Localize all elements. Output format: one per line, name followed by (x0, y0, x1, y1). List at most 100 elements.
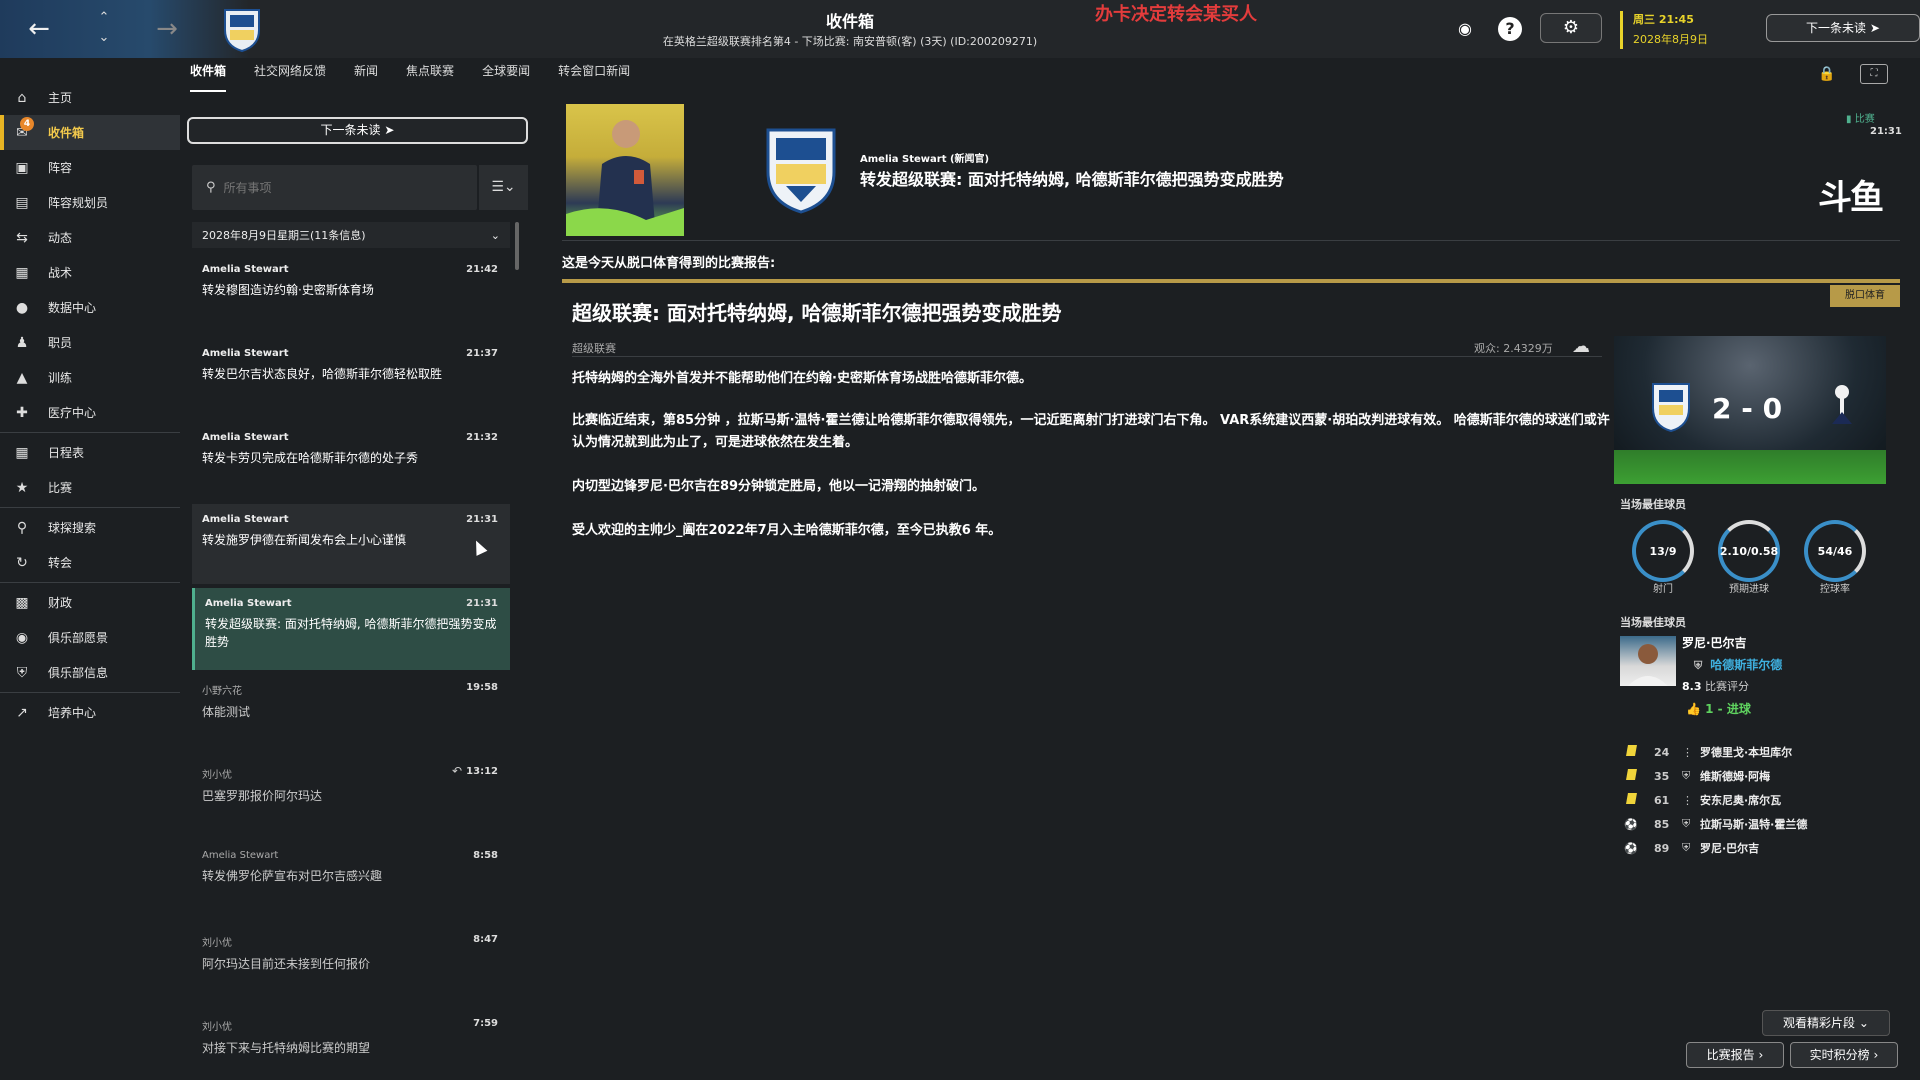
sidebar-item-training[interactable]: ▲ 训练 (0, 360, 180, 395)
chevron-down-icon[interactable]: ⌄ (92, 28, 116, 48)
motm-rating-value: 8.3 (1682, 680, 1702, 693)
fullscreen-icon[interactable]: ⛶ (1860, 64, 1888, 84)
match-event-row[interactable]: 35 ⛨ 维斯德姆·阿梅 (1624, 766, 1894, 786)
message-subject: 对接下来与托特纳姆比赛的期望 (202, 1041, 371, 1055)
content-divider (562, 240, 1900, 241)
match-report-label: 比赛报告 (1706, 1048, 1755, 1062)
back-arrow-icon[interactable]: ← (22, 12, 56, 46)
motm-player-photo[interactable] (1620, 636, 1676, 686)
tab-transfer-window-news[interactable]: 转会窗口新闻 (558, 62, 630, 92)
event-player: 安东尼奥·席尔瓦 (1700, 794, 1782, 807)
sidebar-item-home[interactable]: ⌂ 主页 (0, 80, 180, 115)
inbox-message-selected[interactable]: Amelia Stewart 21:31 转发超级联赛: 面对托特纳姆, 哈德斯… (192, 588, 510, 670)
data-circle-icon: ● (15, 299, 29, 316)
globe-icon[interactable]: ◉ (1450, 14, 1480, 44)
match-event-row[interactable]: 61 ⋮ 安东尼奥·席尔瓦 (1624, 790, 1894, 810)
sidebar-item-schedule[interactable]: ▦ 日程表 (0, 435, 180, 470)
people-exchange-icon: ⇆ (16, 229, 28, 246)
message-received-time: 21:31 (1870, 126, 1902, 137)
sidebar-item-tactics[interactable]: ▦ 战术 (0, 255, 180, 290)
highlights-dropdown[interactable]: 观看精彩片段 ⌄ (1762, 1010, 1890, 1036)
highlights-label: 观看精彩片段 (1783, 1016, 1856, 1030)
transfer-cycle-icon: ↻ (16, 554, 28, 571)
sidebar-item-label: 训练 (48, 371, 73, 385)
lock-icon[interactable]: 🔒 (1818, 66, 1835, 82)
sidebar-item-dynamics[interactable]: ⇆ 动态 (0, 220, 180, 255)
chevron-right-icon: › (1873, 1048, 1879, 1062)
sidebar-item-label: 日程表 (48, 446, 85, 460)
sidebar-item-squad-planner[interactable]: ▤ 阵容规划员 (0, 185, 180, 220)
sidebar-item-data-hub[interactable]: ● 数据中心 (0, 290, 180, 325)
sidebar-item-competitions[interactable]: ★ 比赛 (0, 470, 180, 505)
match-event-row[interactable]: ⚽ 89 ⛨ 罗尼·巴尔吉 (1624, 838, 1894, 858)
message-time: 21:42 (466, 264, 498, 275)
page-title: 收件箱 (825, 12, 874, 31)
motm-player-name[interactable]: 罗尼·巴尔吉 (1682, 634, 1747, 651)
sidebar-item-club-vision[interactable]: ◉ 俱乐部愿景 (0, 620, 180, 655)
tab-news[interactable]: 新闻 (354, 62, 378, 92)
club-crest-icon[interactable] (222, 6, 262, 52)
message-intro: 这是今天从脱口体育得到的比赛报告: (562, 256, 776, 271)
inbox-message[interactable]: Amelia Stewart 21:32 转发卡劳贝完成在哈德斯菲尔德的处子秀 (192, 422, 510, 502)
message-subject: 转发超级联赛: 面对托特纳姆, 哈德斯菲尔德把强势变成胜势 (205, 617, 497, 649)
tab-inbox[interactable]: 收件箱 (190, 62, 227, 92)
match-report-button[interactable]: 比赛报告 › (1686, 1042, 1784, 1068)
tab-global-news[interactable]: 全球要闻 (482, 62, 530, 92)
search-input[interactable] (223, 180, 444, 195)
inbox-message[interactable]: 刘小优 8:47 阿尔玛达目前还未接到任何报价 (192, 924, 510, 1004)
tab-focus-leagues[interactable]: 焦点联赛 (406, 62, 454, 92)
money-icon: ▩ (15, 594, 29, 611)
sidebar-item-scouting[interactable]: ⚲ 球探搜索 (0, 510, 180, 545)
filter-menu-button[interactable]: ☰⌄ (478, 165, 528, 210)
event-minute: 61 (1654, 793, 1670, 807)
sidebar-item-squad[interactable]: ▣ 阵容 (0, 150, 180, 185)
inbox-message[interactable]: 小野六花 19:58 体能测试 (192, 672, 510, 752)
away-team-crest-icon (1832, 385, 1852, 424)
inbox-message[interactable]: Amelia Stewart 21:31 转发施罗伊德在新闻发布会上小心谨慎 (192, 504, 510, 584)
sidebar-item-inbox[interactable]: ✉ 4 收件箱 (0, 115, 180, 150)
sidebar-item-finances[interactable]: ▩ 财政 (0, 585, 180, 620)
sidebar-item-development[interactable]: ↗ 培养中心 (0, 695, 180, 730)
inbox-message[interactable]: Amelia Stewart 21:37 转发巴尔吉状态良好，哈德斯菲尔德轻松取… (192, 338, 510, 418)
date-group-header[interactable]: 2028年8月9日星期三(11条信息) ⌄ (192, 222, 510, 248)
inbox-message[interactable]: 刘小优 ↶ 13:12 巴塞罗那报价阿尔玛达 (192, 756, 510, 836)
message-time: 21:32 (466, 432, 498, 443)
stream-watermark-logo: 斗鱼 (1818, 178, 1884, 218)
prev-next-chevrons[interactable]: ⌃ ⌄ (92, 8, 116, 52)
message-sender: Amelia Stewart (205, 598, 292, 609)
match-event-row[interactable]: ⚽ 85 ⛨ 拉斯马斯·温特·霍兰德 (1624, 814, 1894, 834)
gear-icon[interactable]: ⚙ (1540, 13, 1602, 43)
message-time: 7:59 (473, 1018, 498, 1029)
shirt-icon: ▣ (15, 159, 29, 176)
message-sender: Amelia Stewart (202, 348, 289, 359)
help-icon[interactable]: ? (1498, 17, 1522, 41)
sidebar-item-transfers[interactable]: ↻ 转会 (0, 545, 180, 580)
sidebar-item-staff[interactable]: ♟ 职员 (0, 325, 180, 360)
stream-overlay-text: 办卡决定转会某买人 (1095, 4, 1257, 25)
next-unread-button[interactable]: 下一条未读 ➤ (187, 117, 528, 144)
forward-arrow-icon[interactable]: → (150, 12, 184, 46)
continue-button[interactable]: 下一条未读 ➤ (1766, 14, 1920, 42)
event-player: 维斯德姆·阿梅 (1700, 770, 1771, 783)
inbox-message[interactable]: 刘小优 7:59 对接下来与托特纳姆比赛的期望 (192, 1008, 510, 1080)
match-event-row[interactable]: 24 ⋮ 罗德里戈·本坦库尔 (1624, 742, 1894, 762)
scrollbar-thumb[interactable] (515, 222, 519, 270)
live-table-button[interactable]: 实时积分榜 › (1790, 1042, 1898, 1068)
sidebar-item-medical[interactable]: ✚ 医疗中心 (0, 395, 180, 430)
match-score-card[interactable]: 2 - 0 (1614, 336, 1886, 484)
article-title: 超级联赛: 面对托特纳姆, 哈德斯菲尔德把强势变成胜势 (572, 301, 1062, 325)
chevron-up-icon[interactable]: ⌃ (92, 8, 116, 28)
match-score: 2 - 0 (1712, 392, 1783, 425)
sidebar-item-label: 职员 (48, 336, 73, 350)
stat-shots-label: 射门 (1653, 584, 1673, 595)
inbox-tabs: 收件箱 社交网络反馈 新闻 焦点联赛 全球要闻 转会窗口新闻 (190, 62, 658, 92)
inbox-message[interactable]: Amelia Stewart 21:42 转发穆图造访约翰·史密斯体育场 (192, 254, 510, 334)
sidebar-item-club-info[interactable]: ⛨ 俱乐部信息 (0, 655, 180, 690)
inbox-message[interactable]: Amelia Stewart 8:58 转发佛罗伦萨宣布对巴尔吉感兴趣 (192, 840, 510, 920)
sidebar-item-label: 培养中心 (48, 706, 97, 720)
motm-team-name[interactable]: ⛨ 哈德斯菲尔德 (1694, 656, 1782, 673)
article-paragraph: 比赛临近结束，第85分钟 ，拉斯马斯·温特·霍兰德让哈德斯菲尔德取得领先，一记近… (572, 413, 1610, 450)
home-team-small-icon: ⛨ (1682, 769, 1691, 782)
tab-social-feedback[interactable]: 社交网络反馈 (254, 62, 326, 92)
vision-icon: ◉ (15, 629, 29, 646)
